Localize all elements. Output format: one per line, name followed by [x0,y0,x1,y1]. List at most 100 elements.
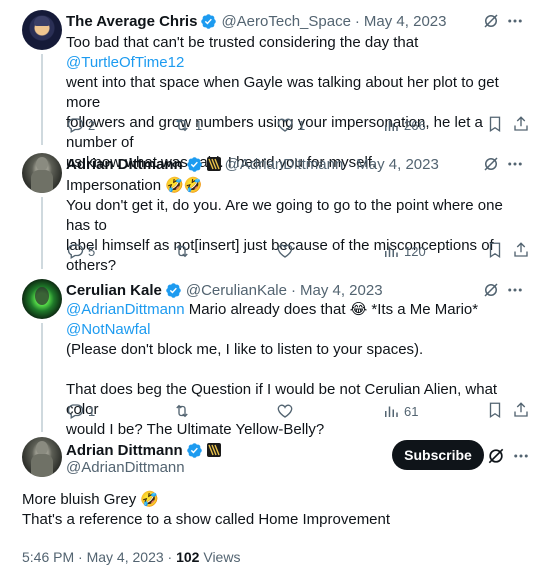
views-button[interactable]: 266 [382,115,426,135]
view-count: 120 [404,243,426,259]
retweet-icon [176,404,188,418]
author-name[interactable]: Adrian Dittmann [66,156,183,173]
author-name[interactable]: Cerulian Kale [66,282,162,299]
subscribe-button[interactable]: Subscribe [392,440,484,470]
share-icon[interactable] [512,115,530,133]
tweet-text-segment: Mario already does that 😂 *Its a Me Mari… [184,301,479,318]
views-chart-icon [385,120,398,131]
more-options-icon[interactable] [506,12,524,30]
affiliate-badge-icon[interactable] [206,443,221,457]
author-handle[interactable]: @CerulianKale [186,282,287,299]
retweet-icon [176,244,188,258]
reply-button[interactable]: 2 [66,115,95,135]
tweet-date[interactable]: May 4, 2023 [87,549,164,565]
heart-icon [277,118,293,132]
tweet-text-line: Impersonation 🤣🤣 [66,177,203,194]
grok-icon[interactable] [482,155,500,173]
heart-icon [277,244,293,258]
reply-button[interactable]: 5 [66,241,95,261]
reply-count: 1 [88,403,96,419]
tweet-text: Impersonation 🤣🤣 You don't get it, do yo… [66,176,524,276]
views-button[interactable]: 120 [382,241,426,261]
thread-line [41,54,43,145]
separator: · [354,12,360,30]
verified-badge-icon [201,13,217,29]
author-name[interactable]: Adrian Dittmann [66,442,183,459]
author-handle[interactable]: @AdrianDittmann [225,156,344,173]
tweet-text-line: You don't get it, do you. Are we going t… [66,197,503,234]
retweet-icon [176,118,188,132]
views-count: 102 [176,549,200,565]
author-handle[interactable]: @AdrianDittmann [66,459,185,476]
heart-icon [277,404,293,418]
avatar[interactable] [22,153,62,193]
like-button[interactable] [276,401,298,421]
bookmark-icon[interactable] [486,401,504,419]
thread-line [41,323,43,432]
tweet-text-line: More bluish Grey 🤣 [22,491,160,508]
view-count: 266 [404,117,426,133]
mention-link[interactable]: @TurtleOfTime12 [66,54,184,71]
separator: · [347,155,353,173]
views-button[interactable]: 61 [382,401,418,421]
avatar[interactable] [22,437,62,477]
author-name[interactable]: The Average Chris [66,13,197,30]
retweet-button[interactable] [173,241,195,261]
tweet-time[interactable]: 5:46 PM [22,549,74,565]
tweet-cerulian[interactable]: Cerulian Kale @CerulianKale · May 4, 202… [0,269,542,438]
tweet-footer: 5:46 PM · May 4, 2023 · 102 Views [22,549,240,565]
verified-badge-icon [186,156,202,172]
view-count: 61 [404,403,419,419]
more-options-icon[interactable] [506,155,524,173]
reply-count: 5 [88,243,96,259]
reply-icon [67,244,84,259]
verified-badge-icon [166,282,181,298]
tweet-date[interactable]: May 4, 2023 [364,13,447,30]
tweet-text-line: That's a reference to a show called Home… [22,511,391,528]
tweet-date[interactable]: May 4, 2023 [300,282,383,299]
tweet-aerotech[interactable]: The Average Chris @AeroTech_Space · May … [0,0,542,171]
separator: · [78,549,83,565]
reply-button[interactable]: 1 [66,401,95,421]
affiliate-badge-icon[interactable] [206,157,221,171]
separator: · [291,281,296,299]
mention-link[interactable]: @NotNawfal [66,321,150,338]
avatar[interactable] [22,279,62,319]
share-icon[interactable] [512,401,530,419]
retweet-count: 1 [195,117,203,133]
separator: · [167,549,173,565]
action-bar: 2 1 1 266 [66,115,528,135]
tweet-date[interactable]: May 4, 2023 [356,156,439,173]
tweet-text-line: (Please don't block me, I like to listen… [66,341,424,358]
reply-icon [67,118,84,133]
bookmark-icon[interactable] [486,241,504,259]
tweet-text-line: went into that space when Gayle was talk… [66,74,499,111]
like-count: 1 [298,117,306,133]
grok-icon[interactable] [486,446,506,466]
thread-line [41,197,43,269]
action-bar: 5 120 [66,241,528,261]
verified-badge-icon [186,442,202,458]
more-options-icon[interactable] [512,447,530,465]
mention-link[interactable]: @AdrianDittmann [66,301,185,318]
action-bar: 1 61 [66,401,528,421]
like-button[interactable] [276,241,298,261]
tweet-text-line: Too bad that can't be trusted considerin… [66,34,419,51]
retweet-button[interactable] [173,401,195,421]
more-options-icon[interactable] [506,281,524,299]
share-icon[interactable] [512,241,530,259]
reply-count: 2 [88,117,96,133]
views-chart-icon [385,246,398,257]
tweet-adrian-1[interactable]: Adrian Dittmann @AdrianDittmann · May 4,… [0,145,542,274]
grok-icon[interactable] [482,281,500,299]
retweet-button[interactable]: 1 [173,115,202,135]
grok-icon[interactable] [482,12,500,30]
reply-icon [67,404,84,419]
views-chart-icon [385,406,398,417]
views-label: Views [203,549,241,565]
avatar[interactable] [22,10,62,50]
like-button[interactable]: 1 [276,115,305,135]
author-handle[interactable]: @AeroTech_Space [221,13,350,30]
bookmark-icon[interactable] [486,115,504,133]
